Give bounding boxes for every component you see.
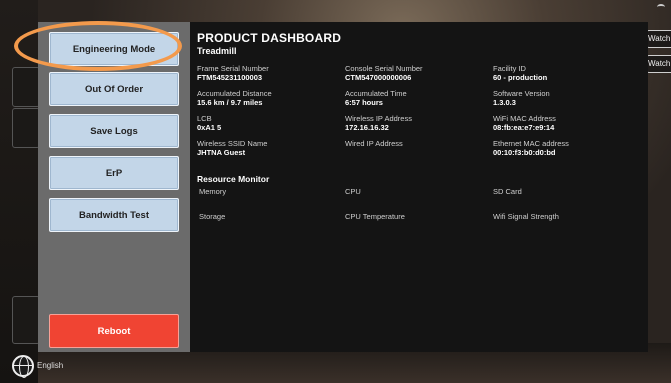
field-label: Accumulated Distance — [197, 89, 272, 98]
field-value: 08:fb:ea:e7:e9:14 — [493, 123, 555, 132]
field-value: 6:57 hours — [345, 98, 383, 107]
field-label: Software Version — [493, 89, 550, 98]
out-of-order-button[interactable]: Out Of Order — [49, 72, 179, 106]
field-value: 60 - production — [493, 73, 548, 82]
cpu-temperature-label: CPU Temperature — [345, 212, 405, 221]
engineering-mode-button[interactable]: Engineering Mode — [49, 32, 179, 66]
field-label: Accumulated Time — [345, 89, 407, 98]
field-value: CTM547000000006 — [345, 73, 412, 82]
field-value: FTM545231100003 — [197, 73, 263, 82]
field-label: Ethernet MAC address — [493, 139, 569, 148]
watch-button-2[interactable]: Watch — [645, 55, 671, 73]
left-sidebar-background — [0, 0, 40, 383]
resource-monitor-title: Resource Monitor — [197, 174, 270, 184]
sd-card-label: SD Card — [493, 187, 522, 196]
product-type: Treadmill — [197, 46, 237, 56]
field-value: JHTNA Guest — [197, 148, 246, 157]
field-label: Frame Serial Number — [197, 64, 269, 73]
field-label: Wireless IP Address — [345, 114, 412, 123]
watch-button[interactable]: Watch — [645, 30, 671, 48]
software-version-field: Software Version 1.3.0.3 — [493, 89, 643, 107]
field-value: 1.3.0.3 — [493, 98, 516, 107]
frame-serial-field: Frame Serial Number FTM545231100003 — [197, 64, 347, 82]
field-label: WiFi MAC Address — [493, 114, 556, 123]
field-value: 15.6 km / 9.7 miles — [197, 98, 263, 107]
product-dashboard: PRODUCT DASHBOARD Treadmill Frame Serial… — [190, 22, 648, 352]
erp-button[interactable]: ErP — [49, 156, 179, 190]
sidebar-tile[interactable] — [12, 108, 40, 148]
field-label: LCB — [197, 114, 212, 123]
wireless-ip-field: Wireless IP Address 172.16.16.32 — [345, 114, 495, 132]
accumulated-time-field: Accumulated Time 6:57 hours — [345, 89, 495, 107]
field-label: Wireless SSID Name — [197, 139, 268, 148]
wifi-signal-strength-label: Wifi Signal Strength — [493, 212, 559, 221]
field-value: 172.16.16.32 — [345, 123, 389, 132]
sidebar-tile[interactable] — [12, 67, 40, 107]
memory-label: Memory — [199, 187, 227, 196]
field-label: Console Serial Number — [345, 64, 423, 73]
storage-label: Storage — [199, 212, 226, 221]
reboot-button[interactable]: Reboot — [49, 314, 179, 348]
globe-icon[interactable] — [12, 355, 34, 378]
ethernet-mac-field: Ethernet MAC address 00:10:f3:b0:d0:bd — [493, 139, 643, 157]
field-label: Wired IP Address — [345, 139, 403, 148]
dashboard-title: PRODUCT DASHBOARD — [197, 31, 342, 45]
wired-ip-field: Wired IP Address — [345, 139, 495, 148]
field-label: Facility ID — [493, 64, 526, 73]
lcb-field: LCB 0xA1 5 — [197, 114, 347, 132]
facility-id-field: Facility ID 60 - production — [493, 64, 643, 82]
wifi-icon — [657, 4, 665, 10]
language-label[interactable]: English — [37, 361, 63, 370]
bandwidth-test-button[interactable]: Bandwidth Test — [49, 198, 179, 232]
cpu-label: CPU — [345, 187, 361, 196]
console-serial-field: Console Serial Number CTM547000000006 — [345, 64, 495, 82]
save-logs-button[interactable]: Save Logs — [49, 114, 179, 148]
field-value: 00:10:f3:b0:d0:bd — [493, 148, 556, 157]
wireless-ssid-field: Wireless SSID Name JHTNA Guest — [197, 139, 347, 157]
field-value: 0xA1 5 — [197, 123, 222, 132]
sidebar-tile[interactable] — [12, 296, 40, 344]
admin-menu: Engineering Mode Out Of Order Save Logs … — [38, 22, 190, 352]
wifi-mac-field: WiFi MAC Address 08:fb:ea:e7:e9:14 — [493, 114, 643, 132]
accumulated-distance-field: Accumulated Distance 15.6 km / 9.7 miles — [197, 89, 347, 107]
